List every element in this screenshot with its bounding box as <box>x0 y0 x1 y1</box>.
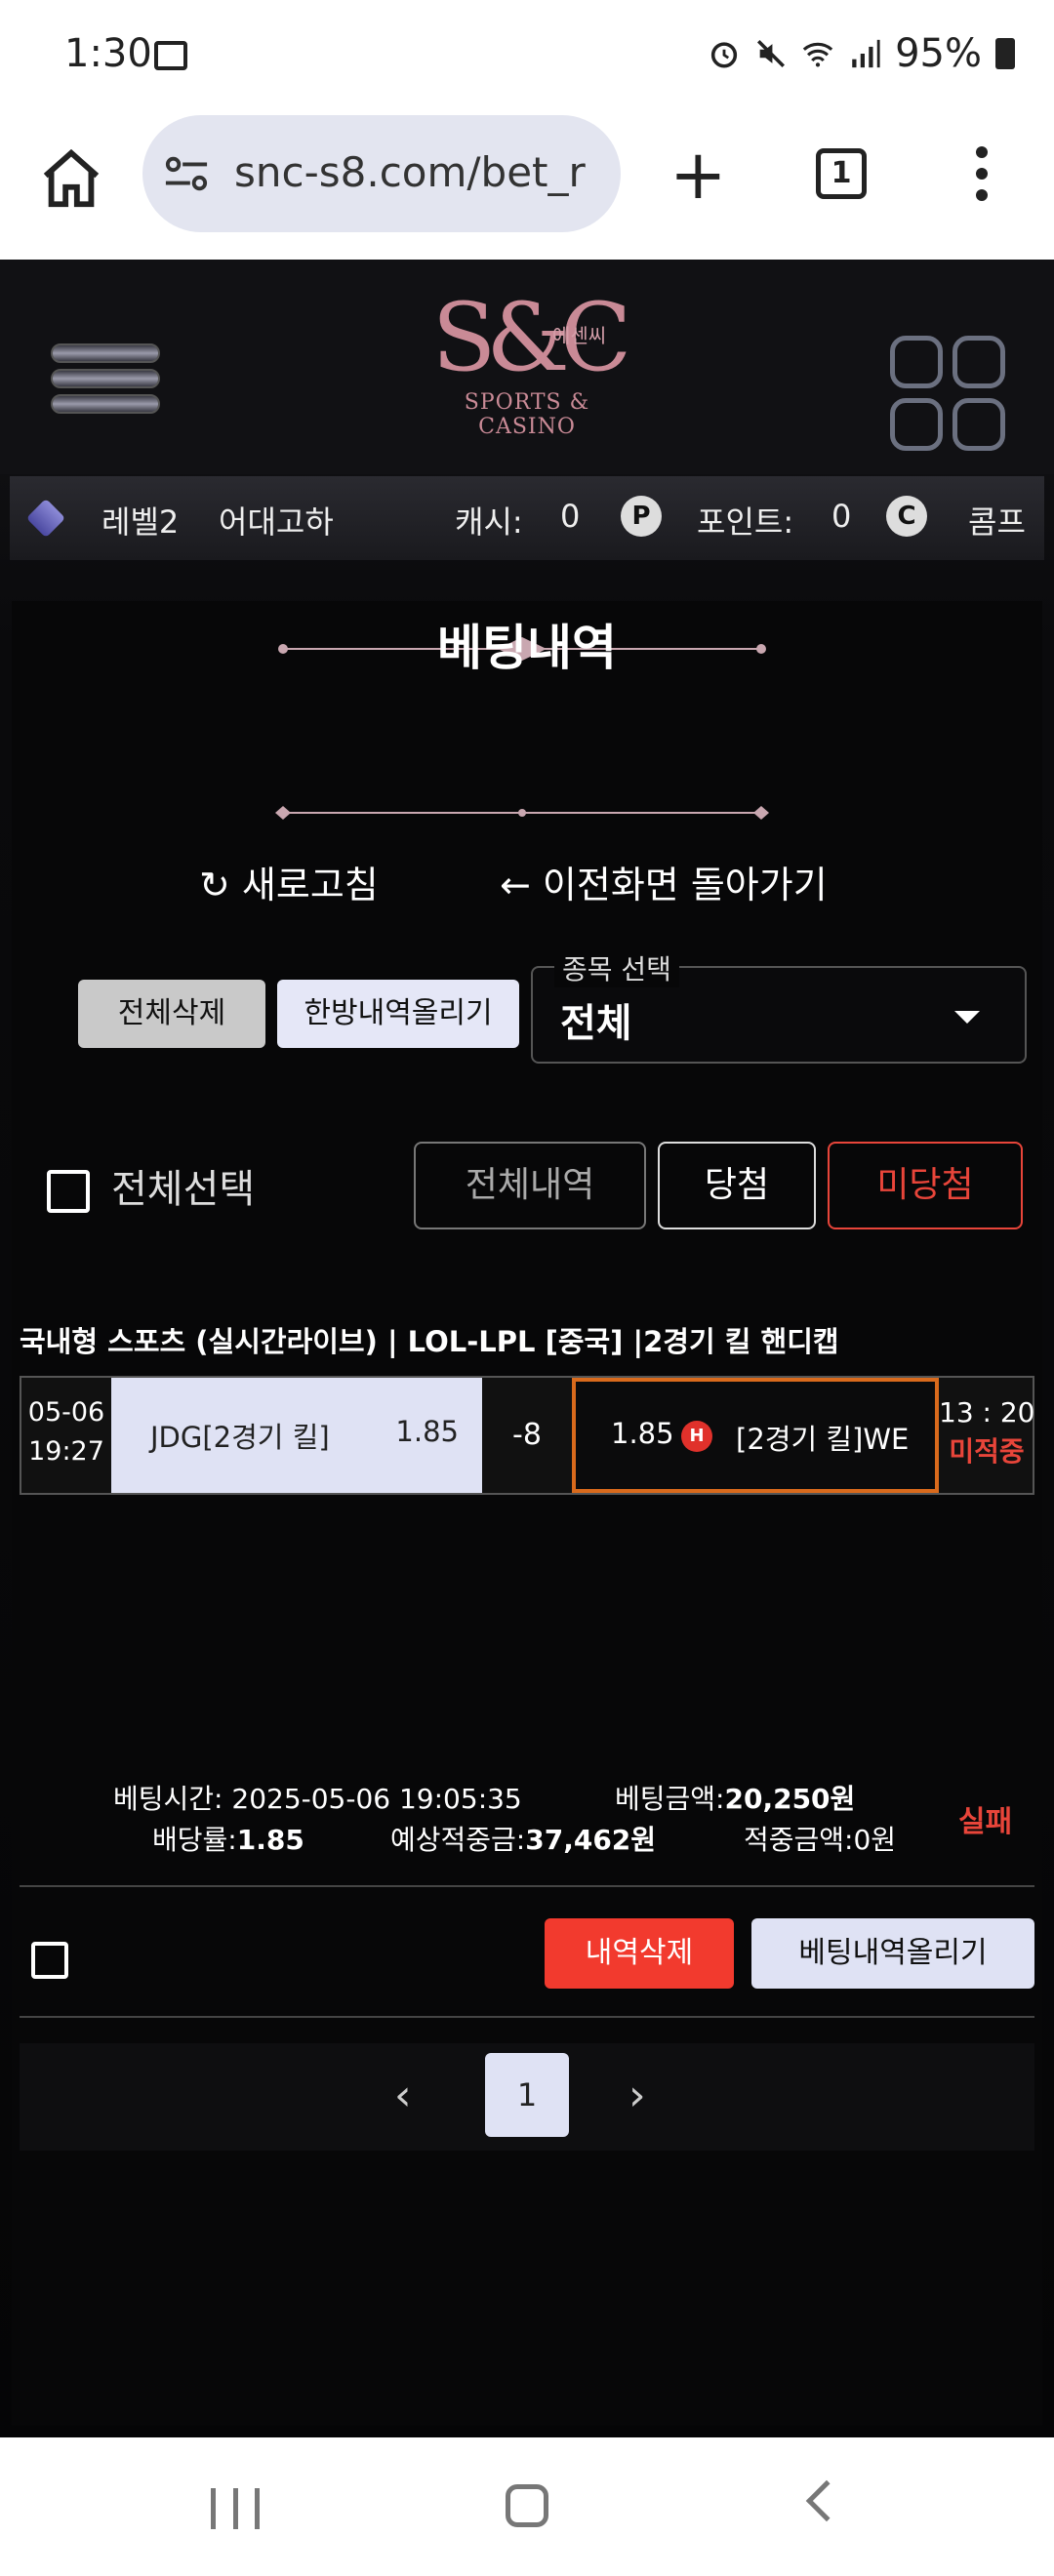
site-content: S&C 에센씨 SPORTS & CASINO 레벨2 어대고하 캐시: 0 P… <box>0 260 1054 2437</box>
logo-korean: 에센씨 <box>552 324 607 347</box>
wifi-icon <box>802 42 833 67</box>
match-datetime: 05-06 19:27 <box>21 1378 111 1493</box>
handicap-badge-icon: H <box>681 1421 712 1452</box>
site-header: S&C 에센씨 SPORTS & CASINO <box>0 260 1054 474</box>
away-team-cell-selected: 1.85 H [2경기 킬]WE <box>572 1378 939 1493</box>
match-time: 19:27 <box>28 1436 104 1467</box>
comp-label[interactable]: 콤프 <box>968 498 1026 543</box>
image-notification-icon <box>154 41 187 70</box>
signal-icon <box>852 39 880 68</box>
address-bar[interactable]: snc-s8.com/bet_r <box>142 115 621 232</box>
status-bar: 1:30 95% <box>0 0 1054 115</box>
row-checkbox[interactable] <box>31 1942 68 1979</box>
hamburger-menu-icon[interactable] <box>51 343 160 420</box>
row-delete-button[interactable]: 내역삭제 <box>545 1918 734 1989</box>
payout-rate: 배당률:1.85 <box>152 1819 304 1858</box>
back-label: 이전화면 돌아가기 <box>542 864 828 906</box>
alarm-icon <box>710 42 738 68</box>
away-team-name: [2경기 킬]WE <box>736 1423 910 1456</box>
logo-subtitle: SPORTS & CASINO <box>464 390 590 439</box>
refresh-link[interactable]: ↻ 새로고침 <box>199 855 379 908</box>
select-all-toggle[interactable]: 전체선택 <box>47 1157 255 1216</box>
expected-value: 37,462원 <box>525 1824 657 1856</box>
user-name: 어대고하 <box>219 503 334 541</box>
filter-lose-button[interactable]: 미당첨 <box>828 1142 1023 1229</box>
filter-win-button[interactable]: 당첨 <box>658 1142 816 1229</box>
score-value: 13 : 20 <box>939 1396 1035 1429</box>
home-icon[interactable] <box>37 144 105 213</box>
pagination: ‹ 1 › <box>20 2043 1034 2151</box>
row-upload-button[interactable]: 베팅내역올리기 <box>751 1918 1034 1989</box>
match-score: 13 : 20 미적중 <box>939 1378 1035 1493</box>
bet-row: 05-06 19:27 JDG[2경기 킬] 1.85 -8 1.85 H [2… <box>20 1376 1035 1495</box>
filter-all-button[interactable]: 전체내역 <box>414 1142 646 1229</box>
bet-title: 국내형 스포츠 (실시간라이브) | LOL-LPL [중국] |2경기 킬 핸… <box>20 1325 839 1358</box>
sport-select-label: 종목 선택 <box>554 948 679 987</box>
select-all-checkbox[interactable] <box>47 1170 90 1213</box>
sport-select-value[interactable]: 전체 <box>560 991 632 1048</box>
mute-icon <box>757 39 786 68</box>
away-odds: 1.85 <box>611 1417 674 1450</box>
sport-select[interactable]: 종목 선택 전체 <box>531 948 1027 1064</box>
title-ornament-bottom <box>275 806 769 820</box>
cash-label: 캐시: <box>455 503 523 541</box>
cash-value: 0 <box>560 498 581 535</box>
page-1-button[interactable]: 1 <box>485 2053 569 2137</box>
more-menu-icon[interactable] <box>972 146 992 205</box>
point-value: 0 <box>831 498 852 535</box>
bet-time: 베팅시간: 2025-05-06 19:05:35 <box>113 1783 522 1815</box>
home-nav-icon[interactable] <box>506 2484 548 2527</box>
payout-label: 배당률: <box>152 1824 237 1856</box>
page-title: 베팅내역 <box>437 620 617 676</box>
level-icon <box>25 498 66 539</box>
status-icons: 95% <box>708 31 1015 76</box>
payout-value: 1.85 <box>236 1824 304 1856</box>
apps-grid-icon[interactable] <box>890 336 1005 451</box>
bet-result-badge: 실패 <box>958 1805 1013 1839</box>
win-amount: 적중금액:0원 <box>744 1824 897 1856</box>
next-page-icon[interactable]: › <box>628 2071 646 2120</box>
home-odds: 1.85 <box>395 1415 459 1448</box>
bet-amount-value: 20,250원 <box>724 1783 856 1815</box>
user-info-bar: 레벨2 어대고하 캐시: 0 P 포인트: 0 C 콤프 <box>10 476 1044 560</box>
back-link[interactable]: ← 이전화면 돌아가기 <box>500 855 828 908</box>
user-level: 레벨2 <box>101 503 180 541</box>
battery-percent: 95% <box>895 31 982 76</box>
expected-label: 예상적중금: <box>390 1824 526 1856</box>
point-label: 포인트: <box>697 503 794 541</box>
tab-switcher-button[interactable]: 1 <box>816 148 867 199</box>
site-settings-icon[interactable] <box>164 154 209 193</box>
page-actions: ↻ 새로고침 ← 이전화면 돌아가기 <box>0 855 1054 913</box>
url-text[interactable]: snc-s8.com/bet_r <box>234 148 605 196</box>
prev-page-icon[interactable]: ‹ <box>394 2071 412 2120</box>
comp-badge-icon: C <box>886 496 927 537</box>
bulk-upload-button[interactable]: 한방내역올리기 <box>277 980 519 1048</box>
bet-amount: 베팅금액:20,250원 <box>615 1778 855 1817</box>
battery-icon <box>995 38 1015 69</box>
recent-apps-icon[interactable] <box>211 2488 260 2529</box>
divider <box>20 1885 1034 1887</box>
expected-win: 예상적중금:37,462원 <box>390 1819 656 1858</box>
home-team-name: JDG[2경기 킬] <box>150 1421 330 1454</box>
browser-toolbar: snc-s8.com/bet_r + 1 <box>0 115 1054 260</box>
handicap-value: -8 <box>512 1418 542 1452</box>
home-team-cell: JDG[2경기 킬] 1.85 <box>111 1378 482 1493</box>
new-tab-icon[interactable]: + <box>669 141 727 209</box>
back-nav-icon[interactable] <box>805 2479 848 2522</box>
system-nav-bar <box>0 2437 1054 2576</box>
match-status: 미적중 <box>949 1435 1025 1468</box>
match-date: 05-06 <box>27 1397 105 1428</box>
delete-all-button[interactable]: 전체삭제 <box>78 980 265 1048</box>
refresh-label: 새로고침 <box>241 864 379 906</box>
dropdown-arrow-icon[interactable] <box>954 1011 980 1024</box>
site-logo[interactable]: S&C 에센씨 SPORTS & CASINO <box>420 279 634 455</box>
point-badge-icon: P <box>621 496 662 537</box>
divider <box>20 2016 1034 2018</box>
select-all-label: 전체선택 <box>111 1167 256 1212</box>
status-time: 1:30 <box>64 31 152 76</box>
bet-amount-label: 베팅금액: <box>615 1783 725 1815</box>
